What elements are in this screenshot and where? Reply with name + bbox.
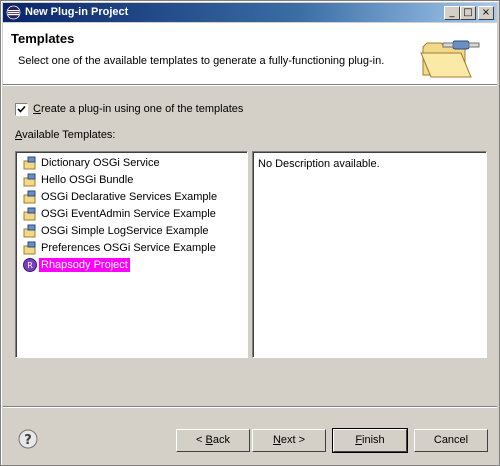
list-item-label: Preferences OSGi Service Example <box>41 242 216 254</box>
template-icon <box>23 173 36 187</box>
templates-list[interactable]: Dictionary OSGi Service Hello OSGi Bundl… <box>15 151 248 358</box>
plugin-folder-icon <box>420 40 480 78</box>
maximize-button[interactable]: □ <box>460 6 476 20</box>
available-templates-label: Available Templates: <box>15 129 116 141</box>
back-button[interactable]: < Back <box>176 429 250 452</box>
create-from-template-label[interactable]: Create a plug-in using one of the templa… <box>33 103 243 115</box>
svg-text:R: R <box>27 261 33 270</box>
minimize-button[interactable]: _ <box>444 6 460 20</box>
window-title: New Plug-in Project <box>25 6 129 18</box>
create-from-template-checkbox[interactable] <box>15 103 28 116</box>
list-item-label: OSGi Declarative Services Example <box>41 191 218 203</box>
template-icon <box>23 207 36 221</box>
list-item-label: Hello OSGi Bundle <box>41 174 134 186</box>
button-bar-separator <box>3 406 497 408</box>
header-separator <box>3 85 497 86</box>
cancel-button[interactable]: Cancel <box>414 429 488 452</box>
rhapsody-icon: R <box>23 258 37 272</box>
checkmark-icon <box>17 105 26 113</box>
template-icon <box>23 224 36 238</box>
page-description: Select one of the available templates to… <box>18 55 385 67</box>
template-icon <box>23 190 36 204</box>
template-description-panel: No Description available. <box>252 151 487 358</box>
eclipse-icon <box>6 5 21 20</box>
close-button[interactable]: × <box>478 6 494 20</box>
list-item-label: OSGi EventAdmin Service Example <box>41 208 216 220</box>
list-item-label: Rhapsody Project <box>39 258 130 272</box>
description-text: No Description available. <box>258 158 380 170</box>
template-icon <box>23 241 36 255</box>
help-icon[interactable]: ? <box>18 429 38 449</box>
next-button[interactable]: Next > <box>252 429 326 452</box>
finish-button[interactable]: Finish <box>332 428 408 453</box>
svg-text:?: ? <box>24 433 32 448</box>
title-bar[interactable]: New Plug-in Project _ □ × <box>3 3 497 22</box>
list-item-label: Dictionary OSGi Service <box>41 157 160 169</box>
template-icon <box>23 156 36 170</box>
page-title: Templates <box>11 31 75 46</box>
wizard-header: Templates Select one of the available te… <box>3 23 497 85</box>
new-plugin-project-dialog: New Plug-in Project _ □ × Templates Sele… <box>0 0 500 466</box>
list-item-label: OSGi Simple LogService Example <box>41 225 209 237</box>
